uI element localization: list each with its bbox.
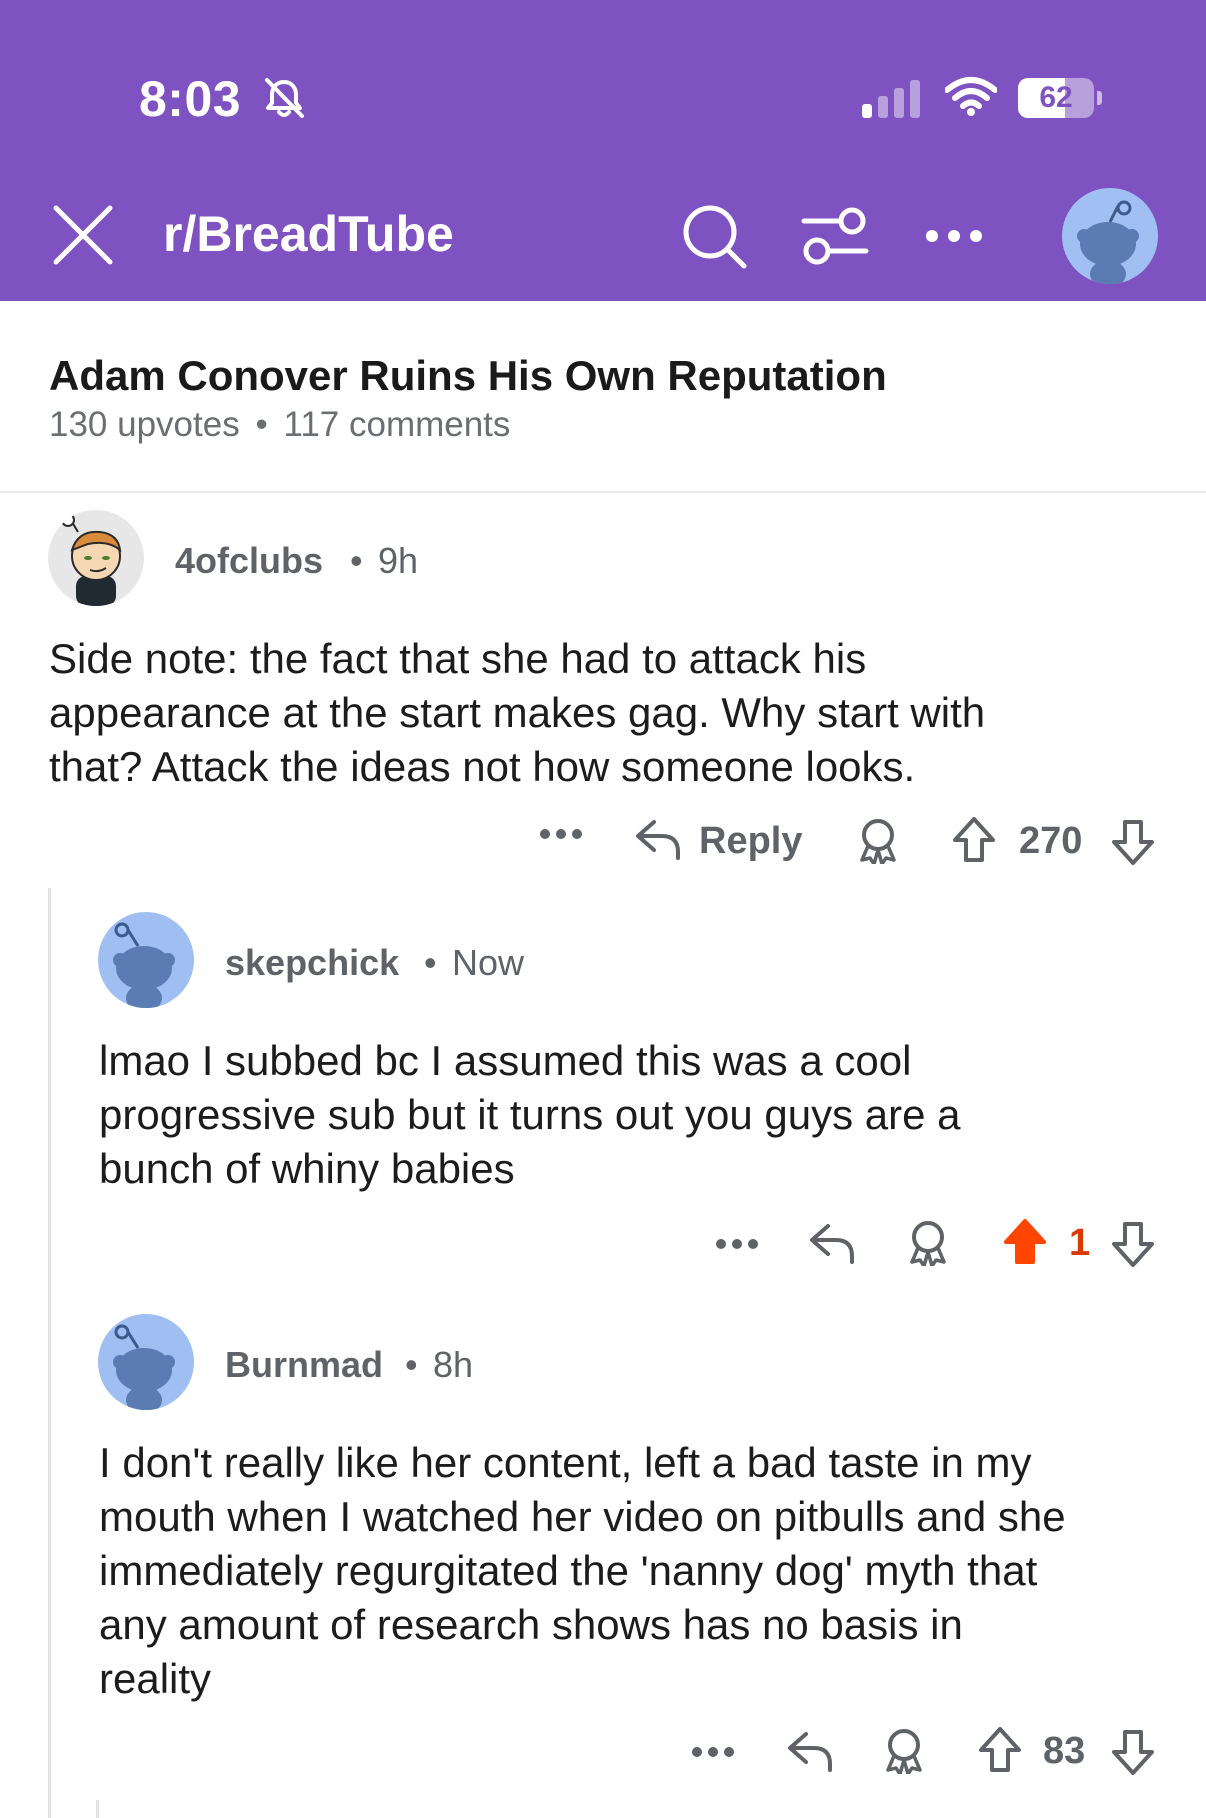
more-icon[interactable] — [690, 1742, 736, 1762]
meta-dot: • — [350, 540, 363, 581]
wifi-icon — [945, 77, 997, 116]
comment-username[interactable]: Burnmad — [225, 1344, 383, 1386]
downvote-icon[interactable] — [1110, 1728, 1156, 1776]
meta-dot: • — [405, 1344, 418, 1385]
vote-score: 83 — [1043, 1730, 1086, 1772]
reply-icon[interactable] — [786, 1730, 834, 1774]
snoo-avatar-icon — [113, 922, 175, 1008]
user-avatar[interactable] — [1062, 188, 1158, 284]
upvote-count: 130 upvotes — [49, 405, 240, 444]
upvote-active-icon[interactable] — [1002, 1218, 1048, 1266]
vote-score: 1 — [1069, 1222, 1091, 1264]
upvote-icon[interactable] — [951, 816, 997, 864]
meta-separator: • — [255, 405, 268, 444]
subreddit-title[interactable]: r/BreadTube — [163, 205, 454, 263]
post-title[interactable]: Adam Conover Ruins His Own Reputation — [49, 352, 887, 400]
battery-indicator: 62 — [1018, 78, 1102, 118]
divider — [0, 491, 1206, 493]
comment-body: Side note: the fact that she had to atta… — [49, 635, 986, 790]
award-icon[interactable] — [856, 818, 900, 864]
filter-icon[interactable] — [800, 205, 870, 267]
battery-tip — [1097, 91, 1102, 105]
header-bar: 8:03 62 r/BreadTube — [0, 0, 1206, 301]
post-meta: 130 upvotes • 117 comments — [49, 405, 510, 445]
comment-time: 8h — [433, 1344, 474, 1385]
reply-button[interactable]: Reply — [699, 820, 802, 863]
thread-line[interactable] — [96, 1800, 99, 1818]
vote-score: 270 — [1019, 820, 1083, 862]
reply-icon[interactable] — [634, 818, 682, 862]
more-icon[interactable] — [714, 1234, 760, 1254]
comment-body: I don't really like her content, left a … — [99, 1439, 1066, 1702]
reply-icon[interactable] — [808, 1222, 856, 1266]
more-icon[interactable] — [538, 824, 584, 844]
cellular-signal-icon — [862, 80, 920, 118]
bell-muted-icon — [265, 78, 304, 118]
search-icon[interactable] — [680, 202, 748, 270]
battery-body: 62 — [1018, 78, 1094, 118]
status-time: 8:03 — [139, 71, 242, 127]
more-options-icon[interactable] — [922, 222, 986, 250]
comment-username[interactable]: skepchick — [225, 942, 399, 984]
award-icon[interactable] — [906, 1220, 950, 1266]
downvote-icon[interactable] — [1110, 818, 1156, 866]
comment-username[interactable]: 4ofclubs — [175, 540, 323, 582]
comment-avatar[interactable] — [98, 912, 194, 1008]
snoo-avatar-icon — [113, 1324, 175, 1410]
snoo-avatar-icon — [1077, 200, 1139, 284]
award-icon[interactable] — [882, 1728, 926, 1774]
comment-avatar[interactable] — [48, 510, 144, 606]
comment-body: lmao I subbed bc I assumed this was a co… — [99, 1037, 961, 1192]
custom-avatar-icon — [61, 513, 122, 606]
comment-avatar[interactable] — [98, 1314, 194, 1410]
comment-time: Now — [452, 942, 525, 983]
upvote-icon[interactable] — [977, 1726, 1023, 1774]
downvote-icon[interactable] — [1110, 1220, 1156, 1268]
meta-dot: • — [424, 942, 437, 983]
comment-count: 117 comments — [283, 405, 511, 444]
close-icon[interactable] — [50, 202, 116, 268]
comment-time: 9h — [378, 540, 419, 581]
battery-percent: 62 — [1039, 81, 1073, 114]
thread-line[interactable] — [48, 888, 51, 1818]
